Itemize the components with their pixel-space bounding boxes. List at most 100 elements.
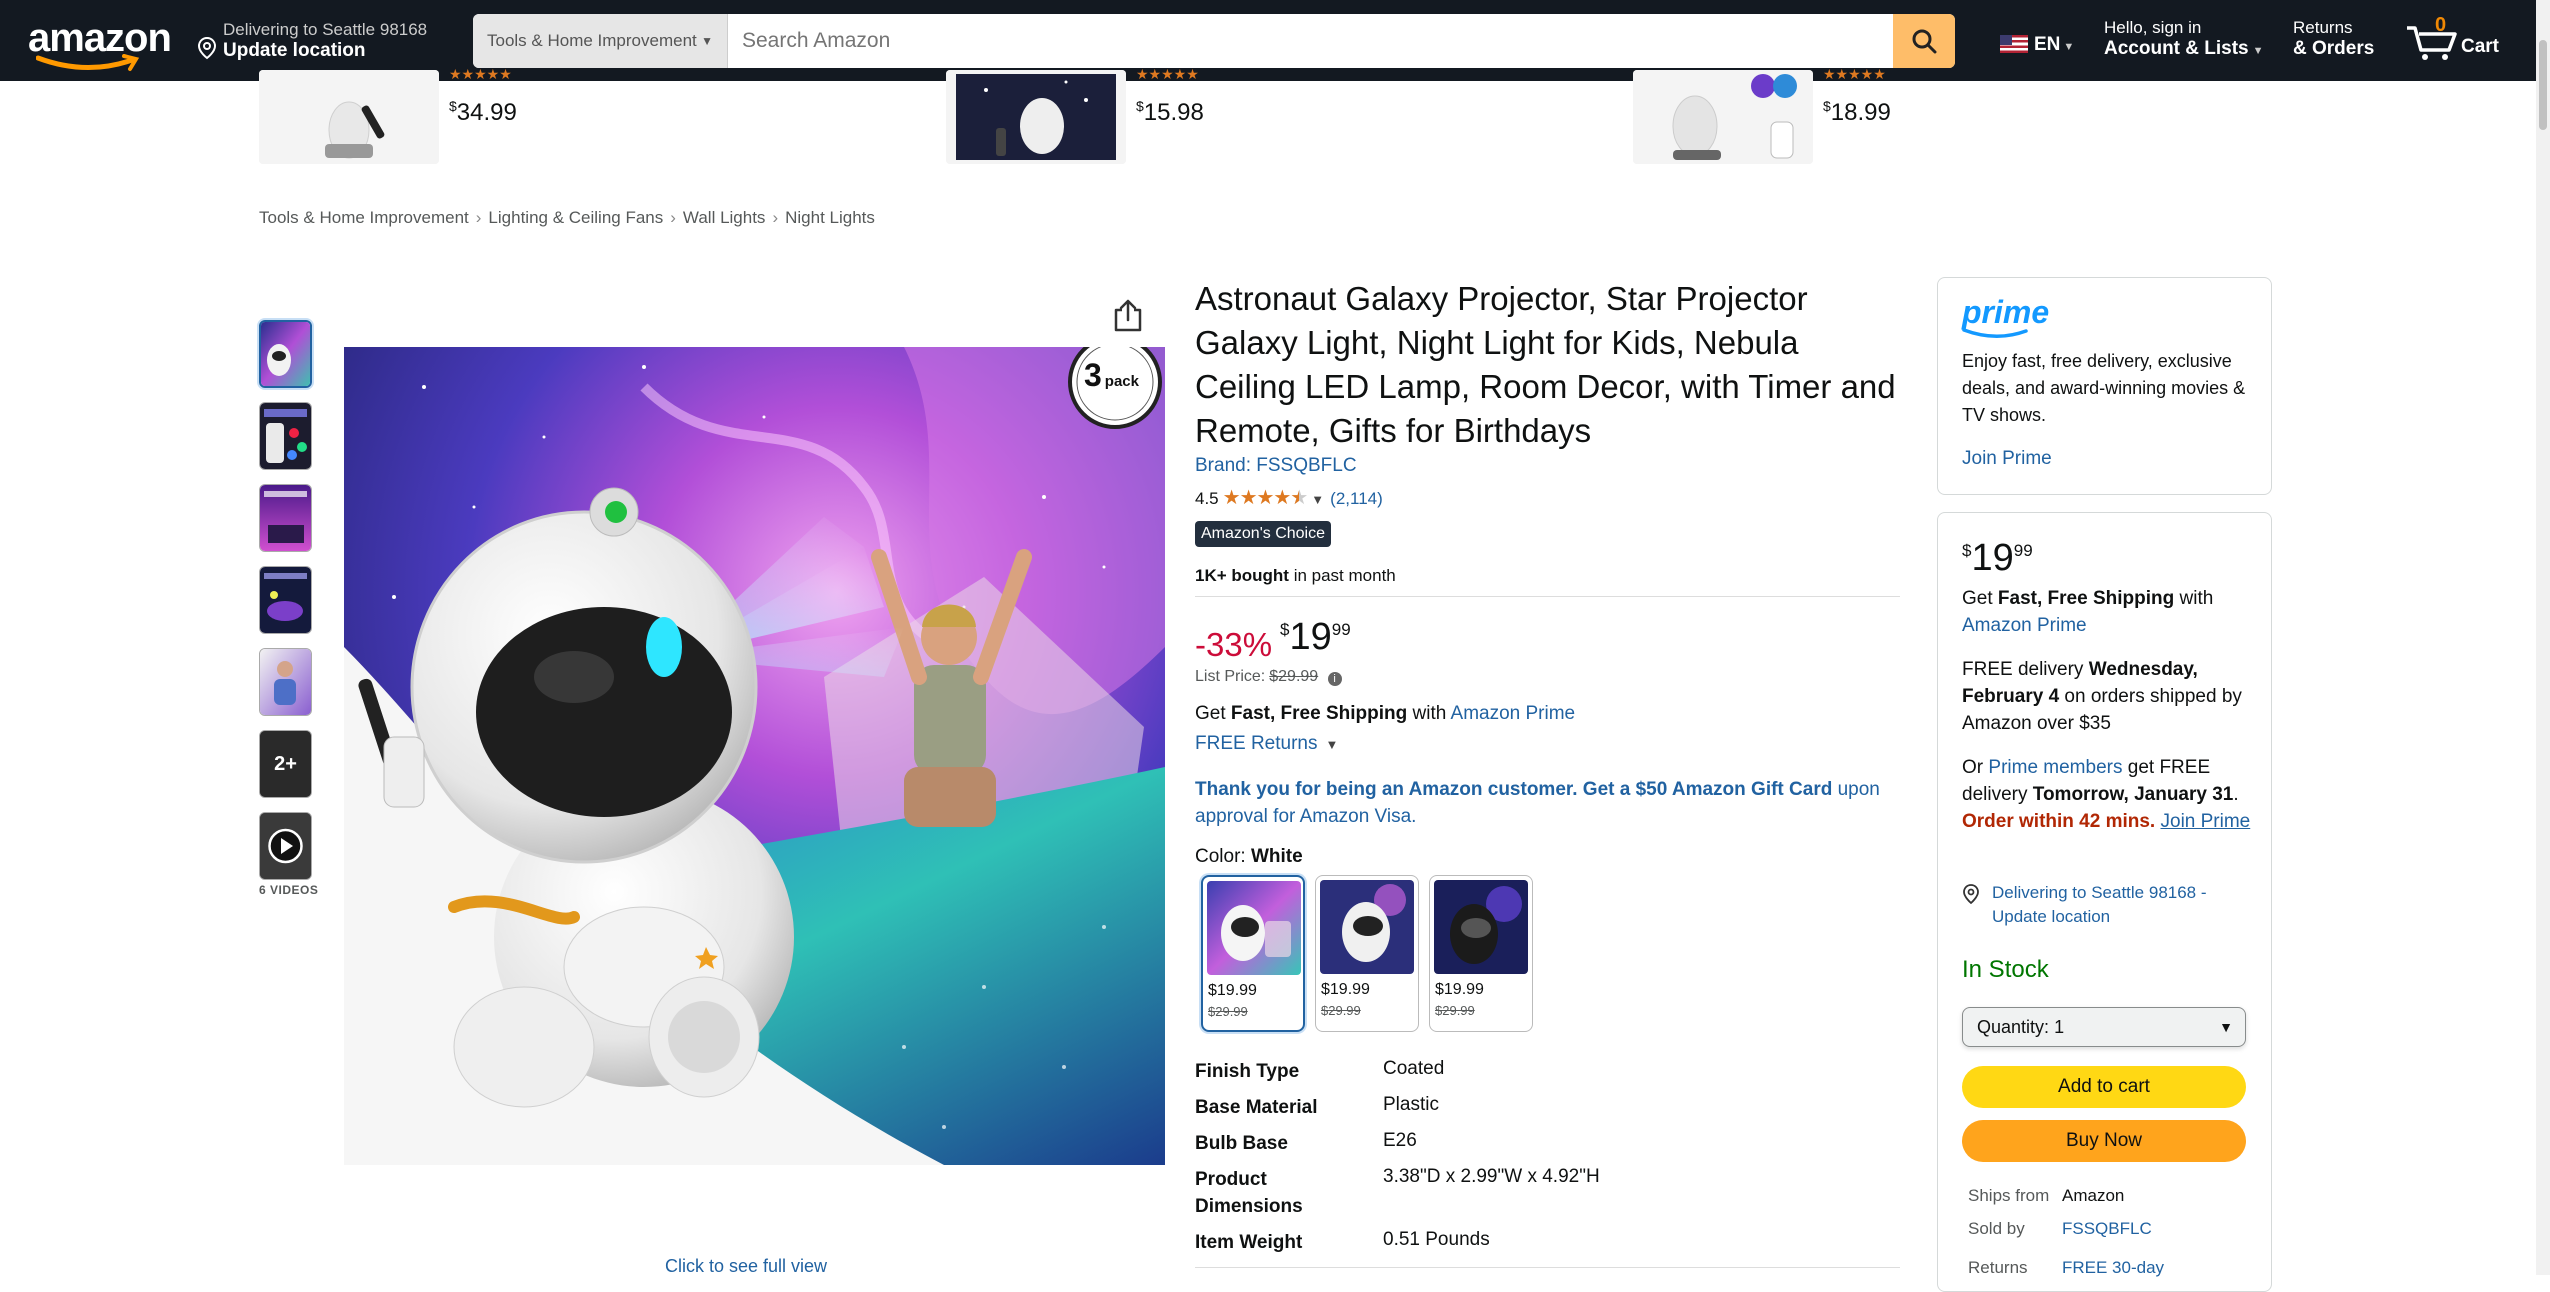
- location-pin-icon: [197, 36, 217, 60]
- price-fraction: 99: [1331, 620, 1351, 639]
- spec-value: Plastic: [1383, 1094, 1439, 1115]
- gallery-thumbnail[interactable]: [259, 402, 312, 470]
- spec-key: Product Dimensions: [1195, 1169, 1303, 1217]
- sponsored-price: $34.99: [449, 98, 517, 126]
- language-selector[interactable]: EN ▼: [2000, 34, 2074, 56]
- gallery-thumbnail[interactable]: [259, 320, 312, 388]
- sponsored-stars: ★★★★★: [1136, 66, 1199, 82]
- amazons-choice-badge[interactable]: Amazon's Choice: [1195, 521, 1331, 547]
- quantity-select[interactable]: Quantity: 1 ▼: [1962, 1007, 2246, 1047]
- bought-count: 1K+ bought in past month: [1195, 566, 1396, 585]
- star-rating-icon[interactable]: ★★★★★★: [1223, 487, 1309, 509]
- spec-key: Item Weight: [1195, 1232, 1303, 1253]
- buybox-delivery: FREE delivery Wednesday, February 4 on o…: [1962, 659, 2242, 734]
- amazon-logo[interactable]: amazon: [28, 14, 172, 71]
- swatch-list-price: $29.99: [1435, 1003, 1475, 1018]
- spec-key: Base Material: [1195, 1097, 1318, 1118]
- gift-card-promo[interactable]: Thank you for being an Amazon customer. …: [1195, 776, 1895, 830]
- page-scrollbar[interactable]: [2536, 0, 2550, 1275]
- returns-policy-link[interactable]: FREE 30-day: [2062, 1258, 2164, 1278]
- spec-value: 3.38"D x 2.99"W x 4.92"H: [1383, 1166, 1600, 1187]
- orders-label: & Orders: [2293, 38, 2375, 59]
- returns-orders-link[interactable]: Returns & Orders: [2293, 18, 2374, 60]
- search-icon: [1912, 29, 1937, 54]
- cart-label: Cart: [2461, 36, 2500, 57]
- scrollbar-thumb[interactable]: [2539, 40, 2547, 130]
- buybox-location-link[interactable]: Delivering to Seattle 98168 - Update loc…: [1962, 881, 2252, 929]
- chevron-down-icon: ▼: [1325, 737, 1339, 752]
- divider: [1195, 596, 1900, 597]
- breadcrumb-item[interactable]: Lighting & Ceiling Fans: [488, 208, 663, 227]
- price-block: -33% $1999: [1195, 616, 1351, 664]
- product-title: Astronaut Galaxy Projector, Star Project…: [1195, 280, 1896, 449]
- play-icon: [260, 813, 311, 879]
- click-full-view-link[interactable]: Click to see full view: [665, 1256, 827, 1277]
- swatch-price: $19.99: [1321, 981, 1370, 998]
- caret-down-icon: ▼: [701, 34, 713, 48]
- search-category-dropdown[interactable]: Tools & Home Improvement ▼: [473, 14, 728, 68]
- add-to-cart-button[interactable]: Add to cart: [1962, 1066, 2246, 1108]
- prime-logo: prime: [1962, 294, 2049, 338]
- prime-promo-box: prime Enjoy fast, free delivery, exclusi…: [1937, 277, 2272, 495]
- spec-key: Bulb Base: [1195, 1133, 1288, 1154]
- prime-members-link[interactable]: Prime members: [1988, 757, 2122, 778]
- seller-link[interactable]: FSSQBFLC: [2062, 1219, 2152, 1239]
- videos-count-label: 6 VIDEOS: [259, 883, 319, 897]
- location-pin-icon: [1963, 884, 1979, 904]
- deliver-line1: Delivering to Seattle 98168: [223, 20, 428, 39]
- amazon-prime-link[interactable]: Amazon Prime: [1962, 615, 2087, 636]
- color-swatch-2[interactable]: $19.99 $29.99: [1315, 875, 1419, 1032]
- account-menu[interactable]: Hello, sign in Account & Lists ▼: [2104, 18, 2264, 60]
- amazon-prime-link[interactable]: Amazon Prime: [1451, 703, 1576, 724]
- rating-value: 4.5: [1195, 489, 1219, 508]
- gallery-thumbnail[interactable]: [259, 566, 312, 634]
- color-swatch-3[interactable]: $19.99 $29.99: [1429, 875, 1533, 1032]
- review-count-link[interactable]: (2,114): [1330, 489, 1383, 508]
- join-prime-link[interactable]: Join Prime: [2161, 811, 2251, 832]
- sponsored-product-image: [946, 70, 1126, 164]
- spec-value: 0.51 Pounds: [1383, 1229, 1490, 1250]
- color-swatch-white[interactable]: $19.99 $29.99: [1201, 875, 1305, 1032]
- main-product-image[interactable]: 3 pack: [344, 347, 1165, 1165]
- quantity-value: 1: [2054, 1017, 2065, 1037]
- breadcrumb-item[interactable]: Wall Lights: [683, 208, 766, 227]
- cart-icon: [2407, 26, 2457, 60]
- shipping-info: Get Fast, Free Shipping with Amazon Prim…: [1195, 703, 1576, 724]
- order-within-countdown: Order within 42 mins.: [1962, 811, 2156, 832]
- gallery-more-label: 2+: [260, 731, 311, 797]
- prime-smile-icon: [1962, 328, 2028, 338]
- gallery-more-thumbnail[interactable]: 2+: [259, 730, 312, 798]
- info-icon[interactable]: i: [1327, 672, 1342, 686]
- free-returns-dropdown[interactable]: FREE Returns ▼: [1195, 733, 1338, 755]
- delivery-location[interactable]: Delivering to Seattle 98168 Update locat…: [197, 16, 437, 66]
- pack-badge-label: 3 pack: [1084, 357, 1139, 393]
- gallery-thumbnail[interactable]: [259, 484, 312, 552]
- list-price-value: $29.99: [1269, 668, 1319, 685]
- breadcrumb: Tools & Home Improvement › Lighting & Ceil…: [259, 208, 875, 228]
- stock-status: In Stock: [1962, 956, 2049, 983]
- buy-now-button[interactable]: Buy Now: [1962, 1120, 2246, 1162]
- buybox-price: $1999: [1962, 537, 2033, 579]
- share-icon[interactable]: [1112, 298, 1144, 332]
- sponsored-price: $15.98: [1136, 98, 1204, 126]
- search-button[interactable]: [1893, 14, 1955, 68]
- search-input[interactable]: [728, 14, 1865, 68]
- returns-label: Returns: [2293, 18, 2353, 37]
- breadcrumb-item[interactable]: Tools & Home Improvement: [259, 208, 469, 227]
- brand-link[interactable]: Brand: FSSQBFLC: [1195, 455, 1357, 477]
- chevron-down-icon[interactable]: ▼: [1311, 492, 1324, 507]
- buy-box: $1999 Get Fast, Free Shipping with Amazo…: [1937, 512, 2272, 1292]
- swatch-price: $19.99: [1208, 982, 1257, 999]
- account-greeting: Hello, sign in: [2104, 18, 2202, 37]
- color-label: Color: White: [1195, 846, 1303, 867]
- sponsored-price: $18.99: [1823, 98, 1891, 126]
- breadcrumb-item[interactable]: Night Lights: [785, 208, 875, 227]
- gallery-thumbnail[interactable]: [259, 648, 312, 716]
- buybox-prime-delivery: Or Prime members get FREE delivery Tomor…: [1962, 757, 2251, 832]
- join-prime-link[interactable]: Join Prime: [1962, 448, 2052, 470]
- video-thumbnail[interactable]: [259, 812, 312, 880]
- sponsored-stars: ★★★★★: [1823, 66, 1886, 82]
- breadcrumb-separator: ›: [772, 208, 779, 227]
- cart-count: 0: [2435, 14, 2447, 36]
- cart-link[interactable]: 0 Cart: [2405, 14, 2525, 64]
